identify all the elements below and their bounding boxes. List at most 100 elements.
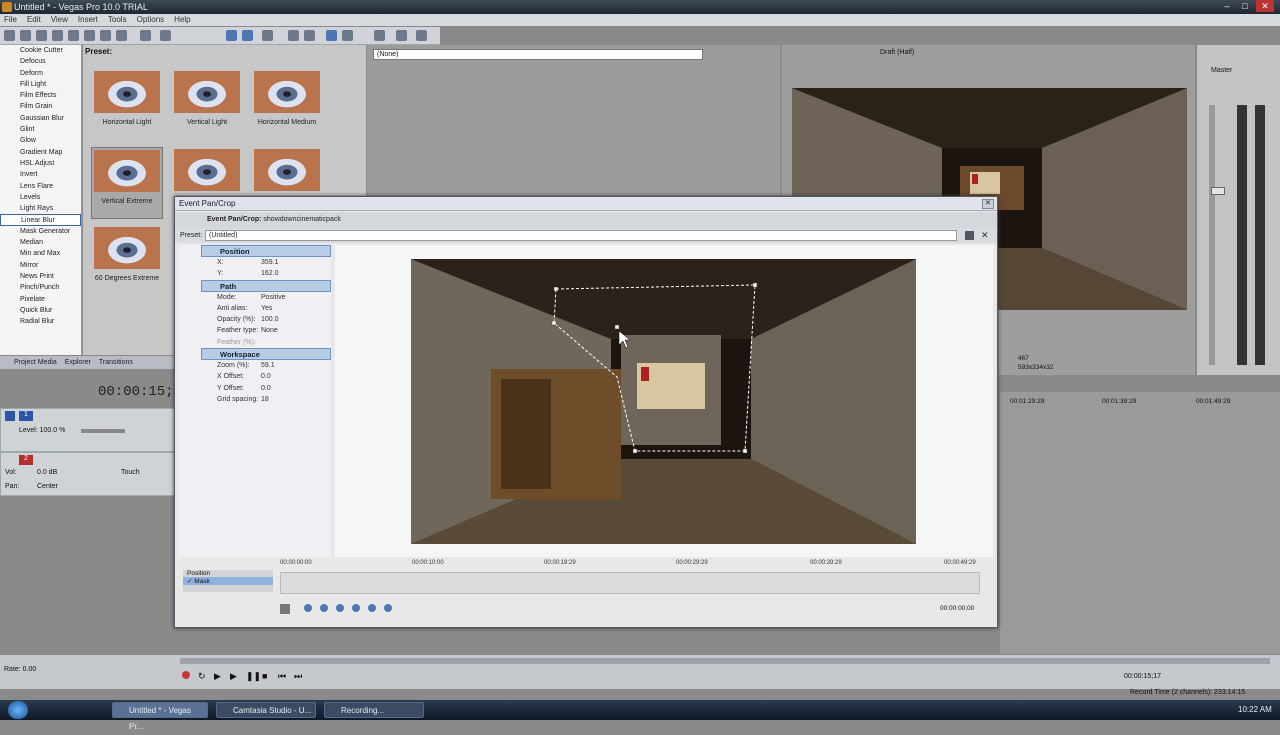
menu-options[interactable]: Options bbox=[137, 14, 165, 26]
envelope-edit-tool-icon[interactable] bbox=[304, 30, 315, 41]
dialog-close-icon[interactable]: ✕ bbox=[982, 199, 994, 209]
tab-transitions[interactable]: Transitions bbox=[99, 356, 133, 369]
menu-help[interactable]: Help bbox=[174, 14, 190, 26]
audio-touch-mode[interactable]: Touch bbox=[121, 469, 140, 476]
add-keyframe-icon[interactable] bbox=[336, 604, 344, 612]
property-row[interactable]: Y: 162.0 bbox=[201, 268, 331, 279]
property-value[interactable]: 162.0 bbox=[261, 268, 279, 279]
fx-item[interactable]: Glint bbox=[0, 124, 81, 135]
property-value[interactable]: None bbox=[261, 325, 278, 336]
property-value[interactable]: 100.0 bbox=[261, 314, 279, 325]
fx-item[interactable]: Film Grain bbox=[0, 101, 81, 112]
lock-envelopes-icon[interactable] bbox=[262, 30, 273, 41]
undo-icon[interactable] bbox=[140, 30, 151, 41]
section-position[interactable]: Position bbox=[201, 245, 331, 257]
fx-item[interactable]: Quick Blur bbox=[0, 305, 81, 316]
split-icon[interactable] bbox=[374, 30, 385, 41]
preset-tile-selected[interactable]: Vertical Extreme bbox=[91, 147, 163, 219]
taskbar-item-camtasia[interactable]: Camtasia Studio - U... bbox=[216, 702, 316, 718]
master-fader-handle[interactable] bbox=[1211, 187, 1225, 195]
help-icon[interactable] bbox=[416, 30, 427, 41]
last-keyframe-icon[interactable] bbox=[384, 604, 392, 612]
property-value[interactable]: 0.0 bbox=[261, 371, 271, 382]
copy-icon[interactable] bbox=[100, 30, 111, 41]
fx-item[interactable]: Defocus bbox=[0, 56, 81, 67]
fx-item[interactable]: News Print bbox=[0, 271, 81, 282]
fx-item[interactable]: Levels bbox=[0, 192, 81, 203]
property-value[interactable]: Positive bbox=[261, 292, 286, 303]
fx-item[interactable]: Invert bbox=[0, 169, 81, 180]
section-path[interactable]: Path bbox=[201, 279, 331, 292]
horizontal-scrollbar[interactable] bbox=[180, 658, 1270, 664]
pause-icon[interactable]: ❚❚ bbox=[246, 671, 261, 682]
next-keyframe-icon[interactable] bbox=[368, 604, 376, 612]
previous-keyframe-icon[interactable] bbox=[320, 604, 328, 612]
snap-icon[interactable] bbox=[226, 30, 237, 41]
property-value[interactable]: 18 bbox=[261, 394, 269, 405]
property-row[interactable]: Feather type: None bbox=[201, 325, 331, 336]
preset-tile[interactable]: Horizontal Light bbox=[91, 69, 163, 141]
fx-item[interactable]: HSL Adjust bbox=[0, 158, 81, 169]
property-row[interactable]: Grid spacing: 18 bbox=[201, 394, 331, 405]
pan-crop-video-frame[interactable] bbox=[411, 259, 916, 544]
fx-item[interactable]: Lens Flare bbox=[0, 181, 81, 192]
minimize-icon[interactable]: – bbox=[1218, 0, 1236, 12]
track-position[interactable]: Position bbox=[183, 570, 273, 577]
open-icon[interactable] bbox=[20, 30, 31, 41]
sync-cursor-icon[interactable] bbox=[280, 604, 290, 614]
auto-ripple-icon[interactable] bbox=[242, 30, 253, 41]
fx-item[interactable]: Film Effects bbox=[0, 90, 81, 101]
property-value[interactable]: Yes bbox=[261, 303, 272, 314]
preview-quality-dropdown[interactable]: Draft (Half) bbox=[880, 49, 914, 56]
video-track-header[interactable]: 1 Level: 100.0 % bbox=[0, 408, 176, 452]
property-row[interactable]: Zoom (%): 59.1 bbox=[201, 360, 331, 371]
fx-item[interactable]: Glow bbox=[0, 135, 81, 146]
property-row[interactable]: Y Offset: 0.0 bbox=[201, 383, 331, 394]
first-keyframe-icon[interactable] bbox=[304, 604, 312, 612]
fx-item[interactable]: Min and Max bbox=[0, 248, 81, 259]
preset-tile[interactable]: Horizontal Medium bbox=[251, 69, 323, 141]
delete-keyframe-icon[interactable] bbox=[352, 604, 360, 612]
go-to-end-icon[interactable]: ⏭ bbox=[294, 671, 302, 682]
taskbar-item-recording[interactable]: Recording... bbox=[324, 702, 424, 718]
new-icon[interactable] bbox=[4, 30, 15, 41]
preset-tile[interactable]: 60 Degrees Extreme bbox=[91, 225, 163, 297]
save-preset-icon[interactable] bbox=[965, 231, 974, 240]
property-value[interactable]: 359.1 bbox=[261, 257, 279, 268]
menu-insert[interactable]: Insert bbox=[78, 14, 98, 26]
selection-tool-icon[interactable] bbox=[326, 30, 337, 41]
loop-playback-icon[interactable]: ↻ bbox=[198, 671, 206, 682]
paste-icon[interactable] bbox=[116, 30, 127, 41]
stop-icon[interactable]: ■ bbox=[262, 671, 267, 681]
menu-tools[interactable]: Tools bbox=[108, 14, 127, 26]
fx-item[interactable]: Mirror bbox=[0, 260, 81, 271]
redo-icon[interactable] bbox=[160, 30, 171, 41]
fx-item[interactable]: Gaussian Blur bbox=[0, 113, 81, 124]
fx-item[interactable]: Cookie Cutter bbox=[0, 45, 81, 56]
fx-item[interactable]: Light Rays bbox=[0, 203, 81, 214]
fx-item[interactable]: Median bbox=[0, 237, 81, 248]
fx-item[interactable]: Fill Light bbox=[0, 79, 81, 90]
menu-file[interactable]: File bbox=[4, 14, 17, 26]
trimmer-dropdown[interactable]: (None) bbox=[373, 49, 703, 60]
play-from-start-icon[interactable]: ▶ bbox=[214, 671, 221, 682]
menu-view[interactable]: View bbox=[51, 14, 68, 26]
taskbar-item-vegas[interactable]: Untitled * - Vegas Pr... bbox=[112, 702, 208, 731]
keyframe-ruler[interactable]: 00:00:00:00 00:00:10:00 00:00:19:29 00:0… bbox=[280, 560, 992, 572]
save-icon[interactable] bbox=[36, 30, 47, 41]
menu-edit[interactable]: Edit bbox=[27, 14, 41, 26]
fx-item[interactable]: Pinch/Punch bbox=[0, 282, 81, 293]
preset-tile[interactable]: Vertical Light bbox=[171, 69, 243, 141]
property-row[interactable]: Mode: Positive bbox=[201, 292, 331, 303]
start-button[interactable] bbox=[8, 701, 28, 719]
section-workspace[interactable]: Workspace bbox=[201, 348, 331, 361]
dialog-preset-dropdown[interactable]: (Untitled) bbox=[205, 230, 957, 241]
property-row[interactable]: X: 359.1 bbox=[201, 257, 331, 268]
tab-project-media[interactable]: Project Media bbox=[14, 356, 57, 369]
property-row[interactable]: X Offset: 0.0 bbox=[201, 371, 331, 382]
render-icon[interactable] bbox=[68, 30, 79, 41]
fx-item[interactable]: Radial Blur bbox=[0, 316, 81, 327]
fx-item[interactable]: Pixelate bbox=[0, 294, 81, 305]
property-value[interactable]: 0.0 bbox=[261, 383, 271, 394]
play-icon[interactable]: ▶ bbox=[230, 671, 237, 682]
